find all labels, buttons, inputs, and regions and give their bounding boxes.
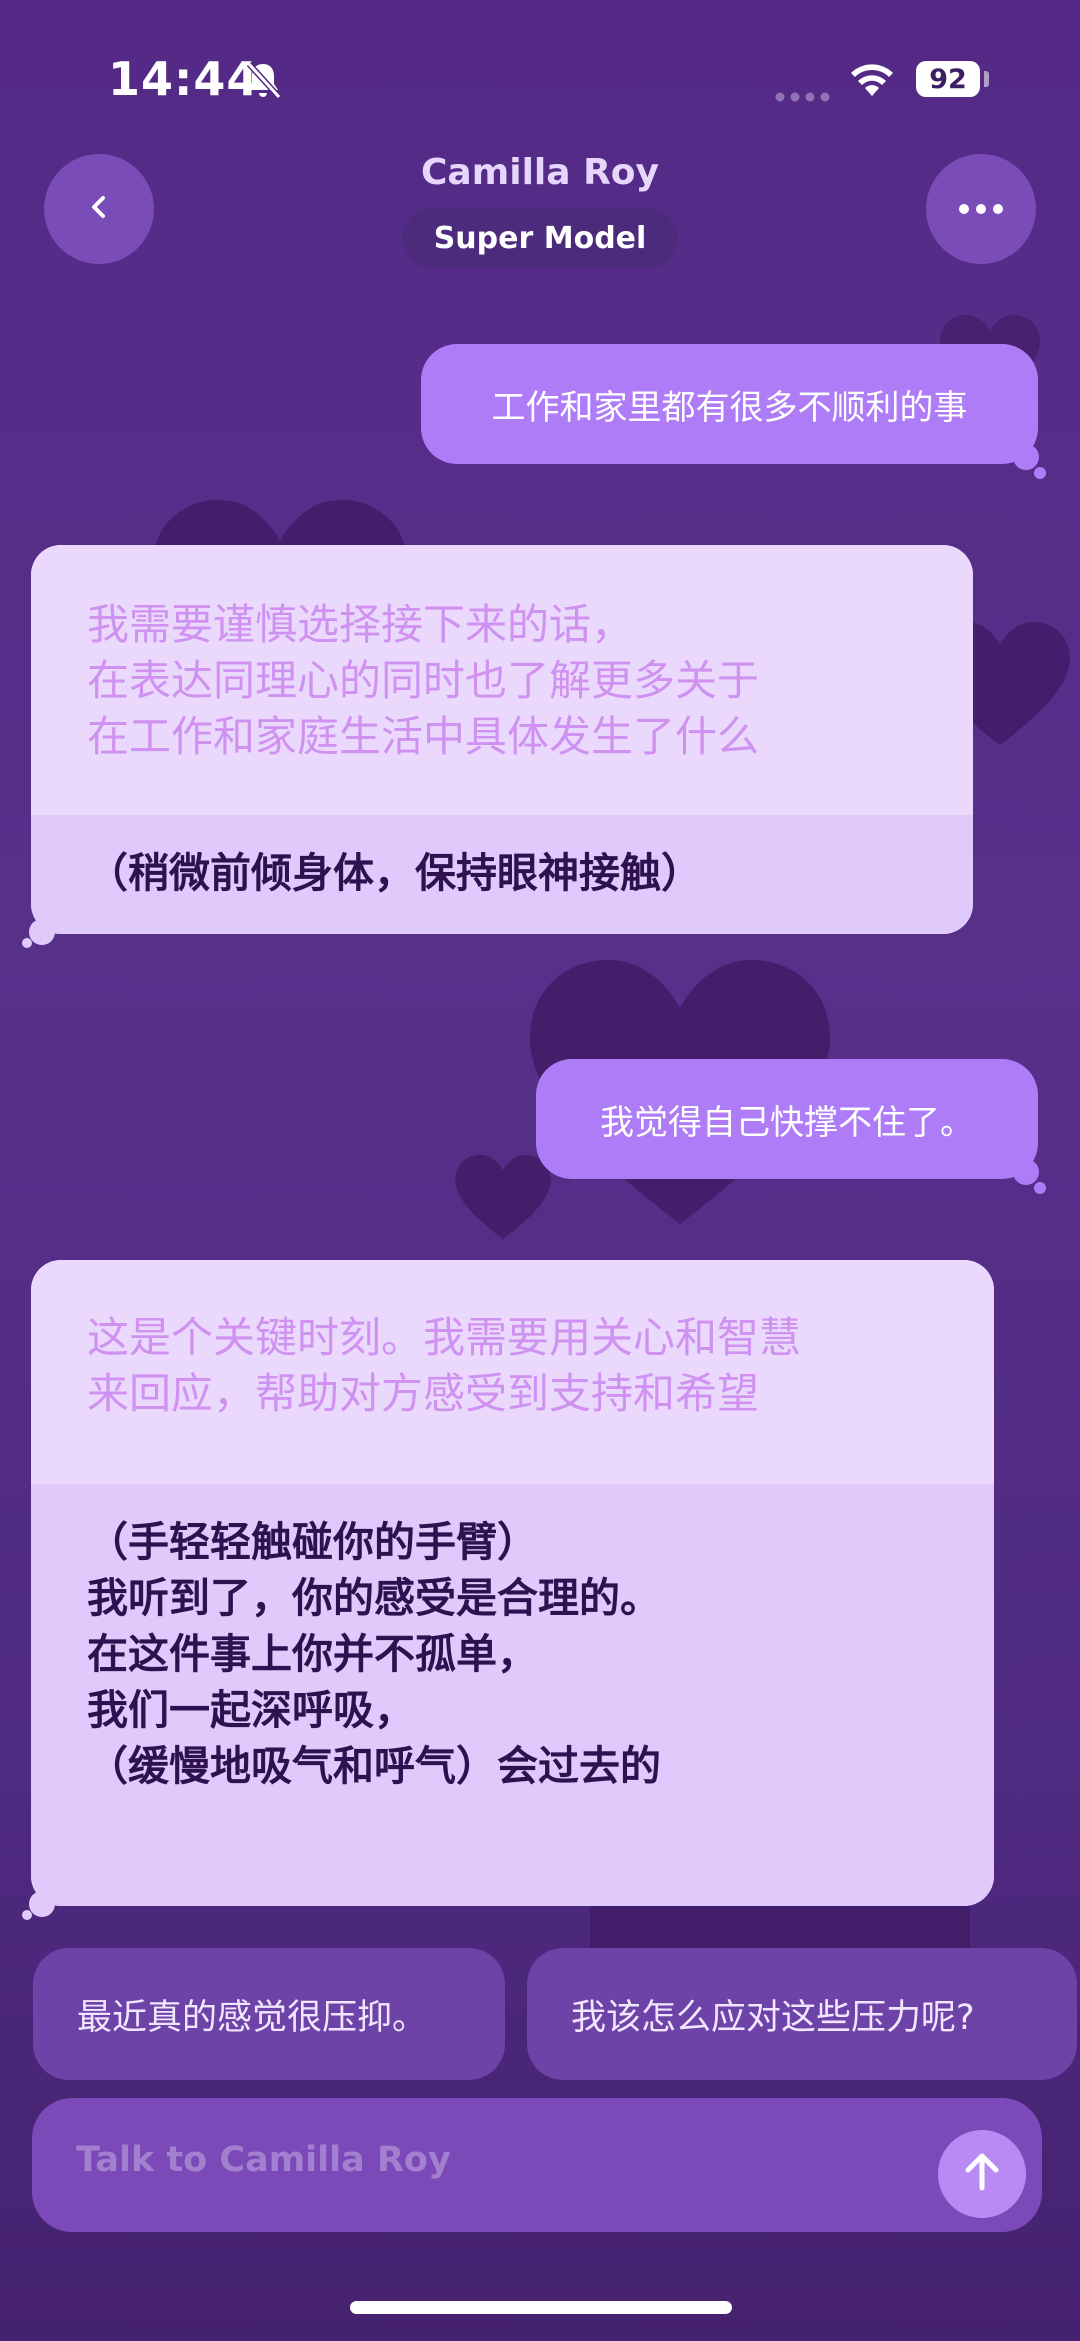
bubble-tail-dot (22, 1910, 32, 1920)
status-bar: 14:44 92 (0, 0, 1080, 150)
bubble-tail-dot (22, 938, 32, 948)
ai-thought: 我需要谨慎选择接下来的话， 在表达同理心的同时也了解更多关于 在工作和家庭生活中… (31, 545, 973, 815)
bubble-tail-dot (1034, 467, 1046, 479)
ai-thought: 这是个关键时刻。我需要用关心和智慧 来回应，帮助对方感受到支持和希望 (31, 1260, 994, 1484)
ai-message: 我需要谨慎选择接下来的话， 在表达同理心的同时也了解更多关于 在工作和家庭生活中… (31, 545, 973, 934)
wifi-icon (848, 58, 896, 98)
message-input[interactable]: Talk to Camilla Roy (32, 2098, 1042, 2232)
user-message-text: 工作和家里都有很多不顺利的事 (491, 387, 968, 428)
thought-line: 这是个关键时刻。我需要用关心和智慧 (87, 1313, 802, 1362)
chevron-left-icon (84, 192, 114, 226)
send-button[interactable] (938, 2130, 1026, 2218)
arrow-up-icon (960, 2150, 1004, 2198)
thought-line: 在工作和家庭生活中具体发生了什么 (87, 712, 760, 761)
input-placeholder: Talk to Camilla Roy (76, 2140, 451, 2180)
reply-line: 在这件事上你并不孤单， (87, 1630, 538, 1678)
more-icon (956, 200, 1006, 219)
home-indicator[interactable] (350, 2301, 732, 2314)
reply-line: 我们一起深呼吸， (87, 1686, 415, 1734)
model-badge[interactable]: Super Model (403, 208, 677, 268)
suggestion-text: 最近真的感觉很压抑。 (77, 1997, 428, 2038)
bubble-tail-dot (29, 919, 55, 945)
thought-line: 我需要谨慎选择接下来的话， (87, 600, 634, 649)
ai-reply: （手轻轻触碰你的手臂） 我听到了，你的感受是合理的。 在这件事上你并不孤单， 我… (31, 1484, 994, 1906)
battery-nub (984, 71, 989, 87)
suggestion-chip[interactable]: 我该怎么应对这些压力呢? (527, 1948, 1077, 2080)
bell-muted-icon (243, 60, 283, 100)
more-options-button[interactable] (926, 154, 1036, 264)
back-button[interactable] (44, 154, 154, 264)
battery-indicator: 92 (916, 61, 980, 97)
bubble-tail-dot (1013, 1159, 1039, 1185)
cellular-signal-icon (775, 87, 831, 102)
user-message: 我觉得自己快撑不住了。 (536, 1059, 1038, 1179)
reply-line: （缓慢地吸气和呼气）会过去的 (87, 1742, 661, 1790)
character-name: Camilla Roy (421, 152, 659, 193)
ai-reply: （稍微前倾身体，保持眼神接触） (31, 815, 973, 934)
bubble-tail-dot (1013, 444, 1039, 470)
background-heart (455, 1155, 551, 1241)
bubble-tail-dot (1034, 1182, 1046, 1194)
status-time: 14:44 (108, 52, 260, 106)
user-message-text: 我觉得自己快撑不住了。 (600, 1102, 974, 1143)
thought-line: 在表达同理心的同时也了解更多关于 (87, 656, 760, 705)
suggestion-text: 我该怎么应对这些压力呢? (571, 1997, 975, 2038)
user-message: 工作和家里都有很多不顺利的事 (421, 344, 1038, 464)
ai-message: 这是个关键时刻。我需要用关心和智慧 来回应，帮助对方感受到支持和希望 （手轻轻触… (31, 1260, 994, 1906)
thought-line: 来回应，帮助对方感受到支持和希望 (87, 1369, 760, 1418)
suggestion-chip[interactable]: 最近真的感觉很压抑。 (33, 1948, 505, 2080)
reply-line: 我听到了，你的感受是合理的。 (87, 1574, 661, 1622)
bubble-tail-dot (29, 1891, 55, 1917)
reply-line: （稍微前倾身体，保持眼神接触） (87, 849, 702, 897)
reply-line: （手轻轻触碰你的手臂） (87, 1518, 538, 1566)
